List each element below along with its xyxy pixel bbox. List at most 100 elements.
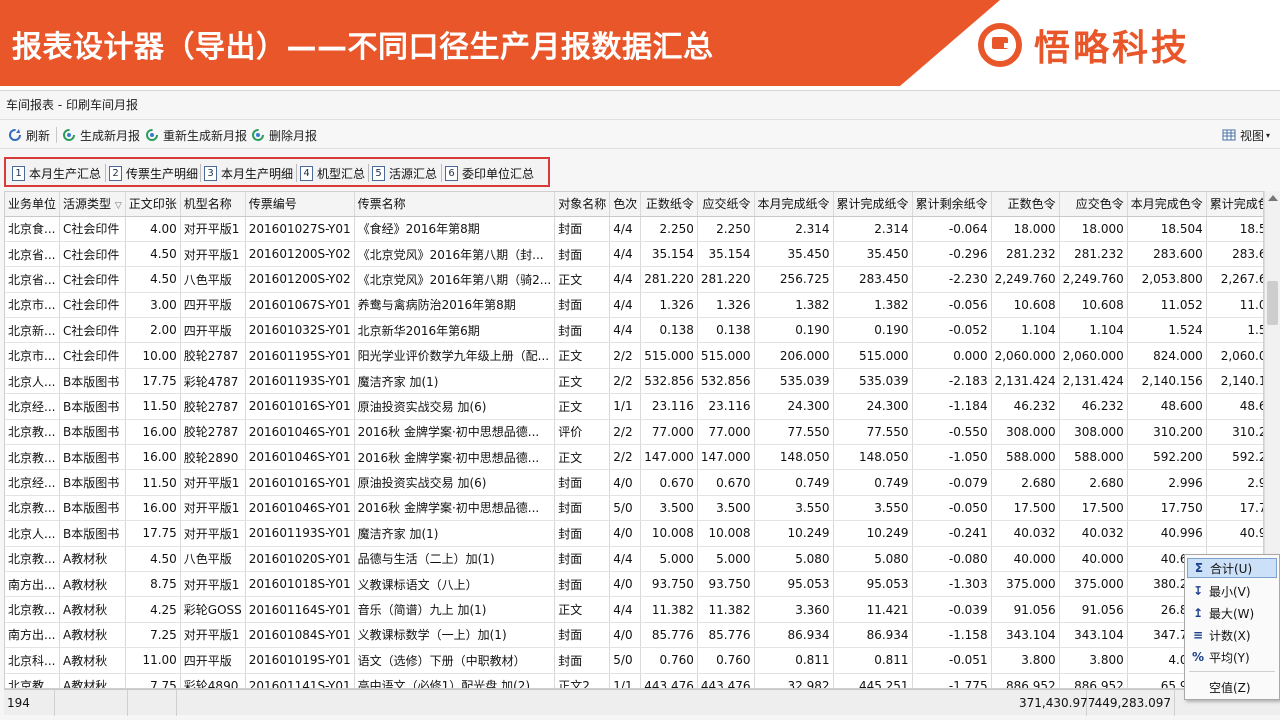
column-header[interactable]: 累计完成色令 — [1206, 192, 1263, 217]
table-cell[interactable]: 3.800 — [1059, 647, 1128, 674]
view-menu-button[interactable]: 视图 ▾ — [1222, 126, 1270, 144]
table-cell[interactable]: 86.934 — [754, 622, 834, 649]
table-cell[interactable]: 2.680 — [991, 469, 1060, 496]
table-cell[interactable]: 0.190 — [754, 317, 834, 344]
table-cell[interactable]: 23.116 — [640, 393, 698, 420]
table-cell[interactable]: 3.550 — [833, 495, 913, 522]
table-cell[interactable]: 2.996 — [1127, 469, 1207, 496]
table-cell[interactable]: 592.200 — [1206, 444, 1263, 471]
table-cell[interactable]: 40.032 — [991, 520, 1060, 547]
table-cell[interactable]: 封面 — [554, 546, 611, 572]
column-header[interactable]: 正数纸令 — [640, 192, 698, 217]
table-cell[interactable]: 4/4 — [609, 266, 642, 293]
table-cell[interactable]: 17.75 — [125, 520, 181, 547]
column-header[interactable]: 正文印张 — [125, 192, 181, 217]
table-cell[interactable]: A教材秋 — [59, 571, 126, 598]
table-cell[interactable]: 北京市... — [5, 292, 61, 319]
table-cell[interactable]: 535.039 — [754, 368, 834, 395]
table-cell[interactable]: 1.382 — [833, 292, 913, 319]
table-cell[interactable]: 《北京党风》2016年第八期（封... — [354, 241, 556, 268]
table-cell[interactable]: 彩轮4890 — [180, 673, 246, 688]
table-cell[interactable]: 义教课标语文（八上） — [354, 571, 556, 598]
table-cell[interactable]: 4/0 — [609, 622, 642, 649]
column-header[interactable]: 传票编号 — [245, 192, 355, 217]
table-cell[interactable]: 35.154 — [640, 241, 698, 268]
table-cell[interactable]: 5.080 — [833, 546, 913, 572]
table-cell[interactable]: 5.080 — [754, 546, 834, 572]
table-cell[interactable]: 0.760 — [640, 647, 698, 674]
table-cell[interactable]: 北京省... — [5, 241, 61, 268]
table-cell[interactable]: 95.053 — [754, 571, 834, 598]
table-cell[interactable]: 2,249.760 — [1059, 266, 1128, 293]
table-cell[interactable]: 北京市... — [5, 342, 61, 369]
table-cell[interactable]: 7.75 — [125, 673, 181, 688]
refresh-button[interactable]: 刷新 — [8, 126, 50, 144]
table-cell[interactable]: 正文 — [554, 393, 611, 420]
table-cell[interactable]: 0.138 — [640, 317, 698, 344]
table-cell[interactable]: -0.056 — [912, 292, 992, 319]
table-cell[interactable]: 1.326 — [640, 292, 698, 319]
table-cell[interactable]: 886.952 — [991, 673, 1060, 688]
table-cell[interactable]: 2.250 — [697, 216, 755, 242]
table-cell[interactable]: 北京教... — [5, 444, 61, 471]
table-cell[interactable]: 46.232 — [991, 393, 1060, 420]
table-cell[interactable]: -0.080 — [912, 546, 992, 572]
table-cell[interactable]: 3.00 — [125, 292, 181, 319]
table-cell[interactable]: 7.25 — [125, 622, 181, 649]
table-cell[interactable]: 32.982 — [754, 673, 834, 688]
table-cell[interactable]: 原油投资实战交易 加(6) — [354, 469, 556, 496]
table-cell[interactable]: 0.749 — [754, 469, 834, 496]
table-cell[interactable]: 养鸯与禽病防治2016年第8期 — [354, 292, 556, 319]
table-cell[interactable]: -1.303 — [912, 571, 992, 598]
table-cell[interactable]: 18.504 — [1206, 216, 1263, 242]
table-cell[interactable]: 2.250 — [640, 216, 698, 242]
filter-icon[interactable]: ▽ — [115, 201, 122, 211]
table-cell[interactable]: A教材秋 — [59, 596, 126, 623]
table-cell[interactable]: 40.032 — [1059, 520, 1128, 547]
table-cell[interactable]: 35.450 — [754, 241, 834, 268]
table-cell[interactable]: 281.220 — [640, 266, 698, 293]
column-header[interactable]: 传票名称 — [354, 192, 556, 217]
table-cell[interactable]: 886.952 — [1059, 673, 1128, 688]
table-cell[interactable]: 正文 — [554, 444, 611, 471]
table-cell[interactable]: 40.000 — [1059, 546, 1128, 572]
table-row[interactable]: 北京经... B本版图书 11.50 对开平版1 201601016S-Y01 原油投资实… — [5, 469, 1263, 496]
table-row[interactable]: 北京教... B本版图书 16.00 对开平版1 201601046S-Y01 2016秋… — [5, 495, 1263, 522]
table-cell[interactable]: 93.750 — [697, 571, 755, 598]
table-cell[interactable]: 4/0 — [609, 469, 642, 496]
table-cell[interactable]: 201601067S-Y01 — [245, 292, 355, 319]
table-cell[interactable]: -1.775 — [912, 673, 992, 688]
menu-item-max[interactable]: ↥ 最大(W) — [1187, 603, 1277, 623]
table-cell[interactable]: 40.000 — [991, 546, 1060, 572]
table-cell[interactable]: 胶轮2890 — [180, 444, 246, 471]
table-cell[interactable]: 201601193S-Y01 — [245, 368, 355, 395]
table-cell[interactable]: 封面 — [554, 317, 611, 344]
table-cell[interactable]: 封面 — [554, 571, 611, 598]
regenerate-report-button[interactable]: 重新生成新月报 — [145, 126, 247, 144]
table-cell[interactable]: 824.000 — [1127, 342, 1207, 369]
table-cell[interactable]: 4/4 — [609, 317, 642, 344]
table-cell[interactable]: 2016秋 金牌学案·初中思想品德... — [354, 419, 556, 446]
table-cell[interactable]: 2016秋 金牌学案·初中思想品德... — [354, 495, 556, 522]
table-cell[interactable]: 2,053.800 — [1127, 266, 1207, 293]
table-cell[interactable]: 4.50 — [125, 546, 181, 572]
menu-item-count[interactable]: ≡ 计数(X) — [1187, 625, 1277, 645]
table-cell[interactable]: 10.608 — [991, 292, 1060, 319]
table-cell[interactable]: 0.760 — [697, 647, 755, 674]
table-cell[interactable]: 义教课标数学（一上）加(1) — [354, 622, 556, 649]
table-cell[interactable]: 17.500 — [991, 495, 1060, 522]
table-cell[interactable]: -1.158 — [912, 622, 992, 649]
table-cell[interactable]: 148.050 — [754, 444, 834, 471]
table-cell[interactable]: 2/2 — [609, 342, 642, 369]
table-cell[interactable]: 343.104 — [991, 622, 1060, 649]
table-cell[interactable]: 封面 — [554, 292, 611, 319]
table-cell[interactable]: -0.079 — [912, 469, 992, 496]
table-cell[interactable]: 八色平版 — [180, 546, 246, 572]
table-cell[interactable]: 24.300 — [833, 393, 913, 420]
table-cell[interactable]: 40.996 — [1206, 520, 1263, 547]
table-cell[interactable]: 310.200 — [1127, 419, 1207, 446]
table-cell[interactable]: 2/2 — [609, 419, 642, 446]
column-header[interactable]: 对象名称 — [554, 192, 611, 217]
table-cell[interactable]: 2.314 — [754, 216, 834, 242]
table-cell[interactable]: B本版图书 — [59, 419, 126, 446]
